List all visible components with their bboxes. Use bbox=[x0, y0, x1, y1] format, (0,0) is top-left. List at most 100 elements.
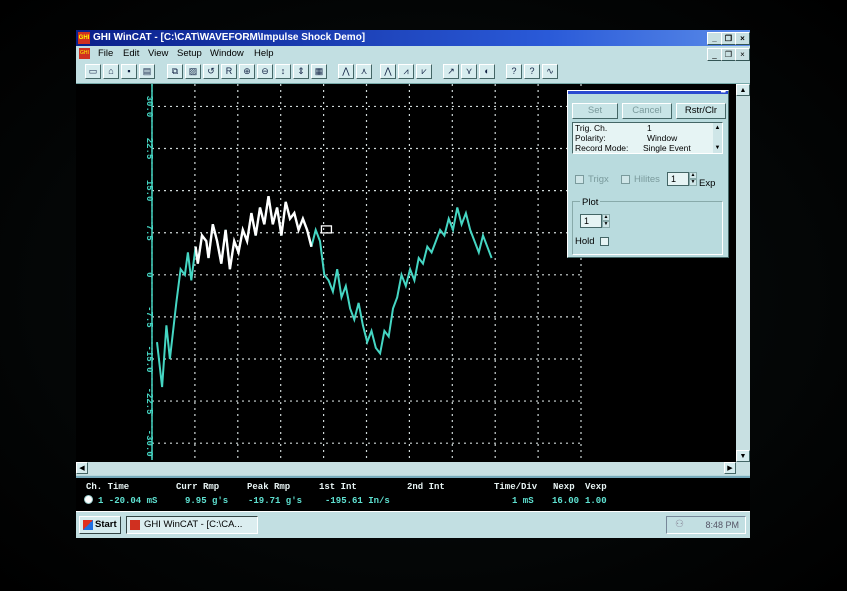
fall-icon[interactable]: ⩗ bbox=[416, 64, 432, 79]
cancel-button[interactable]: Cancel bbox=[622, 103, 672, 119]
plot-spinner[interactable]: 1 bbox=[580, 214, 602, 228]
status-header-nexp: Nexp bbox=[553, 482, 575, 492]
scope-icon[interactable]: ∿ bbox=[542, 64, 558, 79]
status-timediv-value: 1 mS bbox=[512, 496, 534, 506]
rstr-clr-button[interactable]: Rstr/Clr bbox=[676, 103, 726, 119]
help-icon[interactable]: ? bbox=[506, 64, 522, 79]
set-button[interactable]: Set bbox=[572, 103, 618, 119]
status-1st-int-value: -195.61 In/s bbox=[325, 496, 390, 506]
trig-ch-value: 1 bbox=[647, 123, 652, 133]
scroll-right-arrow-icon[interactable]: ▶ bbox=[724, 462, 736, 474]
scroll-up-arrow-icon[interactable]: ▲ bbox=[736, 84, 750, 96]
status-readout: Ch. Time Curr Rmp Peak Rmp 1st Int 2nd I… bbox=[76, 476, 750, 512]
menu-file[interactable]: File bbox=[98, 46, 113, 61]
hold-label: Hold bbox=[575, 236, 595, 247]
status-curr-value: 9.95 g's bbox=[185, 496, 229, 506]
window-title: GHI WinCAT - [C:\CAT\WAVEFORM\Impulse Sh… bbox=[93, 32, 366, 43]
status-header-time: Ch. Time bbox=[86, 482, 130, 492]
cursor-a-icon[interactable]: ⋀ bbox=[338, 64, 354, 79]
vertical-scrollbar[interactable]: ▲ ▼ bbox=[736, 84, 750, 462]
doc-icon[interactable]: GHI bbox=[79, 48, 90, 59]
status-header-timediv: Time/Div bbox=[494, 482, 538, 492]
close-button[interactable]: × bbox=[735, 32, 750, 45]
exp-label: Exp bbox=[699, 178, 716, 189]
status-header-peak: Peak Rmp bbox=[247, 482, 291, 492]
minimize-button[interactable]: _ bbox=[707, 32, 722, 45]
tray-app-icon[interactable]: ⚇ bbox=[675, 519, 689, 531]
plot-down-arrow-icon[interactable]: ▼ bbox=[602, 221, 610, 228]
plot-up-arrow-icon[interactable]: ▲ bbox=[602, 214, 610, 221]
status-header-vexp: Vexp bbox=[585, 482, 607, 492]
exp-down-arrow-icon[interactable]: ▼ bbox=[689, 179, 697, 186]
plot-group-label: Plot bbox=[580, 197, 601, 208]
info-scroll-arrows-icon[interactable]: ▲ ▼ bbox=[713, 123, 722, 153]
title-bar[interactable]: GHI GHI WinCAT - [C:\CAT\WAVEFORM\Impuls… bbox=[76, 30, 750, 46]
ghi-logo-icon[interactable]: GHI bbox=[78, 32, 90, 44]
waveform-trace bbox=[156, 196, 493, 388]
horizontal-scrollbar[interactable]: ◀ ▶ bbox=[76, 462, 750, 475]
doc-minimize-button[interactable]: _ bbox=[707, 48, 722, 61]
status-header-curr: Curr Rmp bbox=[176, 482, 220, 492]
windows-logo-icon bbox=[83, 520, 93, 530]
trig-ch-label: Trig. Ch. bbox=[575, 123, 608, 133]
cursor-marker bbox=[320, 225, 333, 234]
taskbar-item-wincat[interactable]: GHI WinCAT - [C:\CA... bbox=[126, 516, 258, 534]
taskbar-item-label: GHI WinCAT - [C:\CA... bbox=[144, 519, 243, 530]
doc-close-button[interactable]: × bbox=[735, 48, 750, 61]
cursor-b-icon[interactable]: ⋏ bbox=[356, 64, 372, 79]
undo-icon[interactable]: ↺ bbox=[203, 64, 219, 79]
start-label: Start bbox=[95, 519, 117, 530]
paste-icon[interactable]: ▨ bbox=[185, 64, 201, 79]
new-icon[interactable]: ▭ bbox=[85, 64, 101, 79]
panel-title-bar[interactable] bbox=[568, 91, 728, 94]
status-header-2nd-int: 2nd Int bbox=[407, 482, 445, 492]
channel-radio-button[interactable] bbox=[84, 495, 93, 504]
zoom-in-icon[interactable]: ⊕ bbox=[239, 64, 255, 79]
hold-checkbox[interactable] bbox=[600, 237, 609, 246]
trigger-setup-panel: ••• Set Cancel Rstr/Clr Trig. Ch. 1 Pola… bbox=[567, 89, 729, 258]
doc-restore-button[interactable]: ❐ bbox=[721, 48, 736, 61]
ghi-logo-icon bbox=[130, 520, 140, 530]
copy-icon[interactable]: ⧉ bbox=[167, 64, 183, 79]
menu-window[interactable]: Window bbox=[210, 46, 244, 61]
record-mode-label: Record Mode: bbox=[575, 143, 629, 153]
filter-icon[interactable]: ⋎ bbox=[461, 64, 477, 79]
hilites-checkbox[interactable] bbox=[621, 175, 630, 184]
taskbar: Start GHI WinCAT - [C:\CA... ⚇ 8:48 PM bbox=[76, 511, 750, 538]
fit-icon[interactable]: ⇕ bbox=[293, 64, 309, 79]
rise-icon[interactable]: ⩘ bbox=[398, 64, 414, 79]
polarity-value: Window bbox=[647, 133, 678, 143]
menu-view[interactable]: View bbox=[148, 46, 168, 61]
menu-setup[interactable]: Setup bbox=[177, 46, 202, 61]
status-header-1st-int: 1st Int bbox=[319, 482, 357, 492]
exp-up-arrow-icon[interactable]: ▲ bbox=[689, 172, 697, 179]
peak-icon[interactable]: ⋀ bbox=[380, 64, 396, 79]
exp-spinner[interactable]: 1 bbox=[667, 172, 689, 186]
menu-edit[interactable]: Edit bbox=[123, 46, 139, 61]
maximize-button[interactable]: ❐ bbox=[721, 32, 736, 45]
measure-icon[interactable]: ↗ bbox=[443, 64, 459, 79]
clock: 8:48 PM bbox=[705, 520, 739, 530]
grid-icon[interactable]: ▦ bbox=[311, 64, 327, 79]
scroll-left-arrow-icon[interactable]: ◀ bbox=[76, 462, 88, 474]
open-icon[interactable]: ⌂ bbox=[103, 64, 119, 79]
menu-bar: GHI File Edit View Setup Window Help _ ❐… bbox=[76, 46, 750, 61]
trigger-info-list[interactable]: Trig. Ch. 1 Polarity: Window Record Mode… bbox=[572, 122, 723, 154]
hilites-label: Hilites bbox=[634, 174, 660, 185]
menu-help[interactable]: Help bbox=[254, 46, 274, 61]
status-vexp-value: 1.00 bbox=[585, 496, 607, 506]
plot-group bbox=[572, 201, 723, 255]
save-icon[interactable]: ▪ bbox=[121, 64, 137, 79]
trigx-checkbox[interactable] bbox=[575, 175, 584, 184]
trigger-icon[interactable]: ◐ bbox=[479, 64, 495, 79]
status-nexp-value: 16.00 bbox=[552, 496, 580, 506]
zoom-out-icon[interactable]: ⊖ bbox=[257, 64, 273, 79]
system-tray: ⚇ 8:48 PM bbox=[666, 516, 746, 534]
context-help-icon[interactable]: ? bbox=[524, 64, 540, 79]
r-icon[interactable]: R bbox=[221, 64, 237, 79]
scroll-icon[interactable]: ↕ bbox=[275, 64, 291, 79]
print-icon[interactable]: ▤ bbox=[139, 64, 155, 79]
panel-menu-icon[interactable]: ••• bbox=[721, 89, 726, 96]
scroll-down-arrow-icon[interactable]: ▼ bbox=[736, 450, 750, 462]
start-button[interactable]: Start bbox=[79, 516, 121, 534]
